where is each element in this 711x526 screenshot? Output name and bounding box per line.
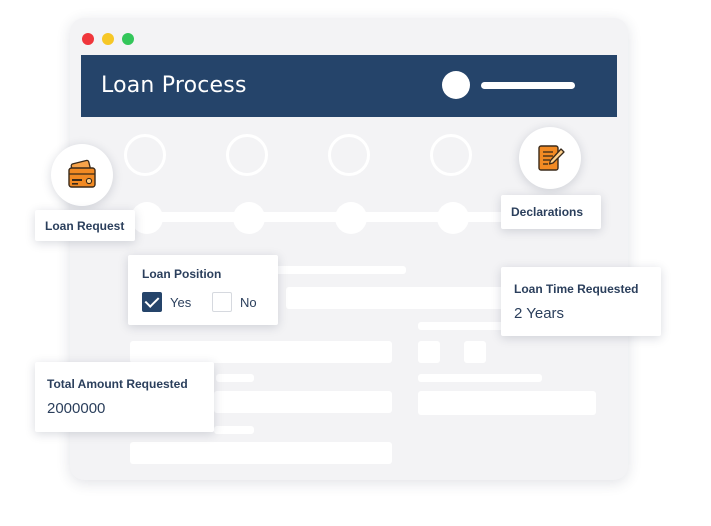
loan-request-chip[interactable]: Loan Request <box>35 210 135 241</box>
yes-checkbox[interactable] <box>142 292 162 312</box>
loan-time-label: Loan Time Requested <box>514 282 639 296</box>
page-title: Loan Process <box>101 73 247 98</box>
skeleton-line <box>214 426 254 434</box>
step-ring-3[interactable] <box>328 134 370 176</box>
loan-position-no-option[interactable]: No <box>212 292 257 312</box>
step-ring-1[interactable] <box>124 134 166 176</box>
step-ring-4[interactable] <box>430 134 472 176</box>
total-amount-value: 2000000 <box>47 400 106 417</box>
close-window-dot[interactable] <box>82 33 94 45</box>
declarations-step[interactable] <box>519 127 581 189</box>
app-header: Loan Process <box>81 55 617 117</box>
skeleton-field <box>130 442 392 464</box>
skeleton-line <box>216 374 254 382</box>
progress-dot-1 <box>131 202 163 234</box>
loan-position-label: Loan Position <box>142 267 222 281</box>
skeleton-checkbox <box>418 341 440 363</box>
skeleton-checkbox <box>464 341 486 363</box>
maximize-window-dot[interactable] <box>122 33 134 45</box>
loan-position-card: Loan Position Yes No <box>128 255 278 325</box>
loan-time-value: 2 Years <box>514 305 565 322</box>
skeleton-field <box>418 391 596 415</box>
skeleton-field <box>286 287 516 309</box>
skeleton-field <box>130 341 392 363</box>
yes-option-label: Yes <box>170 294 192 310</box>
skeleton-field <box>214 391 392 413</box>
minimize-window-dot[interactable] <box>102 33 114 45</box>
user-name-placeholder <box>481 82 575 89</box>
loan-time-card[interactable]: Loan Time Requested 2 Years <box>501 267 661 336</box>
skeleton-line <box>418 374 542 382</box>
no-checkbox[interactable] <box>212 292 232 312</box>
loan-request-step[interactable] <box>51 144 113 206</box>
progress-dot-4 <box>437 202 469 234</box>
loan-position-yes-option[interactable]: Yes <box>142 292 191 312</box>
skeleton-line <box>418 322 506 330</box>
declarations-label: Declarations <box>511 205 584 219</box>
total-amount-card[interactable]: Total Amount Requested 2000000 <box>35 362 214 432</box>
progress-track <box>138 212 530 222</box>
skeleton-line <box>266 266 406 274</box>
declarations-chip[interactable]: Declarations <box>501 195 601 229</box>
wallet-card-icon <box>68 159 96 188</box>
total-amount-label: Total Amount Requested <box>47 377 188 391</box>
progress-dot-2 <box>233 202 265 234</box>
loan-request-label: Loan Request <box>45 218 125 233</box>
step-ring-2[interactable] <box>226 134 268 176</box>
progress-dot-3 <box>335 202 367 234</box>
document-pen-icon <box>538 145 565 171</box>
no-option-label: No <box>240 294 257 310</box>
user-avatar[interactable] <box>442 71 470 99</box>
